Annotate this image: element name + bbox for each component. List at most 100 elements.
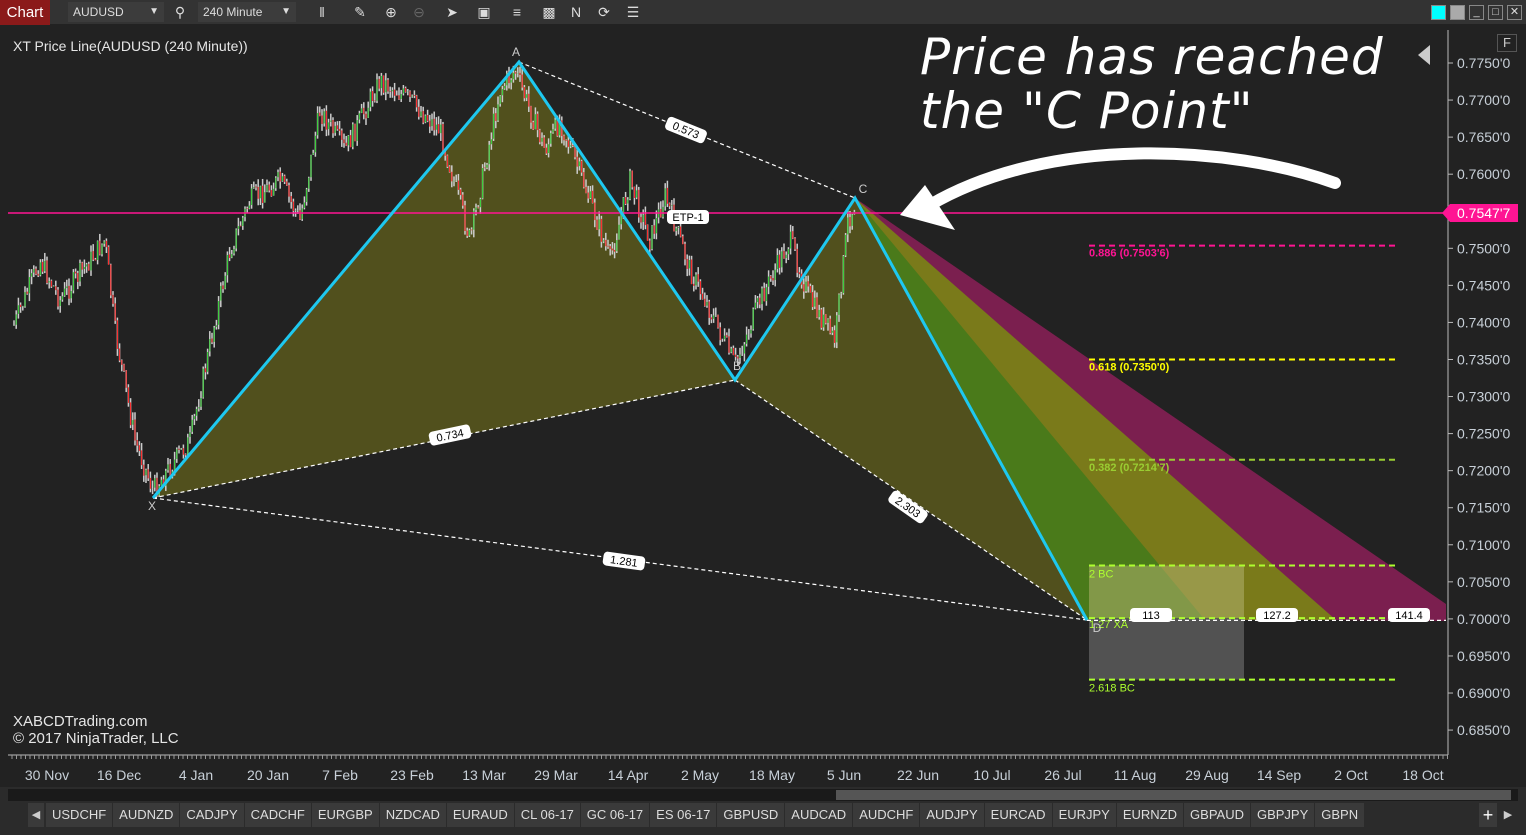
date-tick-label: 29 Mar [534,767,578,783]
instrument-tab[interactable]: EURNZD [1116,803,1185,827]
properties-icon[interactable]: ☰ [623,3,643,21]
zoom-out-icon[interactable]: ⊖ [409,3,429,21]
chart-menu-button[interactable]: Chart [0,0,50,25]
date-tick-label: 7 Feb [322,767,358,783]
fan-label-127-text: 127.2 [1263,610,1291,622]
instrument-tab[interactable]: CADJPY [180,803,245,827]
date-tick-label: 14 Sep [1257,767,1302,783]
price-tick-label: 0.7150'0 [1457,500,1510,516]
minimize-icon[interactable]: _ [1469,5,1484,20]
pointer-icon[interactable]: ➤ [442,3,462,21]
price-tick-label: 0.7500'0 [1457,240,1510,256]
point-label-D: D [1093,621,1102,635]
fib-level-label: 2.618 BC [1089,683,1135,695]
instrument-tabs: USDCHF AUDNZD CADJPY CADCHF EURGBP NZDCAD EURA… [46,803,1366,827]
zoom-in-icon[interactable]: ⊕ [381,3,401,21]
fan-label-127: 127.2 [1256,608,1298,622]
price-tick-label: 0.6950'0 [1457,648,1510,664]
link-gray-icon[interactable] [1450,5,1465,20]
etp-label-text: ETP-1 [672,212,703,224]
pencil-icon[interactable]: ✎ [350,3,370,21]
link-color-icon[interactable] [1431,5,1446,20]
current-price-label: 0.7547'7 [1457,205,1510,221]
templates-icon[interactable]: ▩ [539,3,559,21]
instrument-tab[interactable]: EURGBP [311,803,380,827]
fan-label-141: 141.4 [1388,608,1430,622]
jump-to-start-icon [1418,45,1430,65]
indicators-icon[interactable]: N [566,3,586,21]
f-button[interactable]: F [1497,34,1517,52]
date-tick-label: 30 Nov [25,767,69,783]
fan-label-113: 113 [1130,608,1172,622]
point-label-X: X [148,499,156,513]
chart-panel[interactable]: 0.7750'0 0.7700'0 0.7650'0 0.7600'0 0.7500'0… [0,25,1526,787]
data-box-icon[interactable]: ▣ [474,3,494,21]
ratio-xd-text: 1.281 [609,554,638,570]
price-tick-label: 0.7000'0 [1457,611,1510,627]
copyright: © 2017 NinjaTrader, LLC [13,730,179,747]
instrument-tab[interactable]: CADCHF [244,803,312,827]
instrument-value: AUDUSD [73,5,124,19]
annotation-arrow-shaft [924,147,1341,211]
instrument-tab[interactable]: EURAUD [446,803,515,827]
price-tick-label: 0.7600'0 [1457,166,1510,182]
date-tick-label: 4 Jan [179,767,213,783]
fib-level-label: 0.886 (0.7503'6) [1089,248,1170,260]
instrument-tab[interactable]: GBPUSD [717,803,786,827]
instrument-tab[interactable]: GBPJPY [1250,803,1316,827]
tabs-scroll-left-icon[interactable]: ◀ [28,803,44,827]
instrument-tab[interactable]: GBPAUD [1184,803,1251,827]
maximize-icon[interactable]: □ [1488,5,1503,20]
fib-level-label: 0.618 (0.7350'0) [1089,361,1170,373]
point-label-B: B [733,359,741,373]
tabs-scroll-right-icon[interactable]: ▶ [1500,803,1516,827]
instrument-tab[interactable]: AUDNZD [113,803,181,827]
price-tick-label: 0.7750'0 [1457,55,1510,71]
chevron-down-icon: ▼ [149,6,159,17]
interval-selector[interactable]: 240 Minute ▼ [198,2,296,22]
scrollbar-thumb[interactable] [836,790,1511,800]
price-tick-label: 0.7200'0 [1457,463,1510,479]
instrument-tab[interactable]: ES 06-17 [650,803,718,827]
refresh-icon[interactable]: ⟳ [594,3,614,21]
price-tick-label: 0.6900'0 [1457,685,1510,701]
instrument-tab[interactable]: AUDJPY [920,803,985,827]
fan-label-141-text: 141.4 [1395,610,1423,622]
price-chart[interactable]: 0.7750'0 0.7700'0 0.7650'0 0.7600'0 0.7500'0… [0,25,1526,787]
annotation-text: Price has reached the "C Point" [920,30,1384,138]
date-tick-label: 10 Jul [973,767,1010,783]
date-tick-label: 29 Aug [1185,767,1229,783]
bar-type-icon[interactable]: ‖ [312,3,332,21]
interval-value: 240 Minute [203,5,263,19]
instrument-tab[interactable]: CL 06-17 [514,803,581,827]
price-tick-label: 0.7650'0 [1457,129,1510,145]
point-label-A: A [512,45,520,59]
indicator-title: XT Price Line(AUDUSD (240 Minute)) [13,38,248,54]
instrument-tab[interactable]: GBPN [1315,803,1366,827]
date-tick-label: 2 May [681,767,719,783]
instrument-tab[interactable]: AUDCHF [853,803,921,827]
instrument-tab[interactable]: USDCHF [46,803,114,827]
instrument-tab[interactable]: AUDCAD [785,803,854,827]
date-tick-label: 5 Jun [827,767,861,783]
horizontal-scrollbar[interactable] [8,789,1518,801]
search-icon[interactable]: ⚲ [170,3,190,21]
fib-level-label: 0.382 (0.7214'7) [1089,462,1170,474]
strategies-icon[interactable]: ≡ [507,3,527,21]
price-tick-label: 0.7700'0 [1457,92,1510,108]
toolbar: Chart AUDUSD ▼ ⚲ 240 Minute ▼ ‖ ✎ ⊕ ⊖ ➤ ▣ … [0,0,1526,25]
add-tab-icon[interactable]: + [1479,803,1497,827]
instrument-tab[interactable]: EURJPY [1052,803,1117,827]
chevron-down-icon: ▼ [281,6,291,17]
ratio-ac-text: 0.573 [671,120,701,141]
date-tick-label: 14 Apr [608,767,649,783]
etp-label: ETP-1 [667,210,709,224]
instrument-tab[interactable]: EURCAD [984,803,1053,827]
price-tick-label: 0.7350'0 [1457,351,1510,367]
fib-level-label: 2 BC [1089,569,1114,581]
close-icon[interactable]: ✕ [1507,5,1522,20]
instrument-tab[interactable]: GC 06-17 [580,803,651,827]
fan-label-113-text: 113 [1142,610,1160,622]
instrument-selector[interactable]: AUDUSD ▼ [68,2,164,22]
instrument-tab[interactable]: NZDCAD [379,803,447,827]
